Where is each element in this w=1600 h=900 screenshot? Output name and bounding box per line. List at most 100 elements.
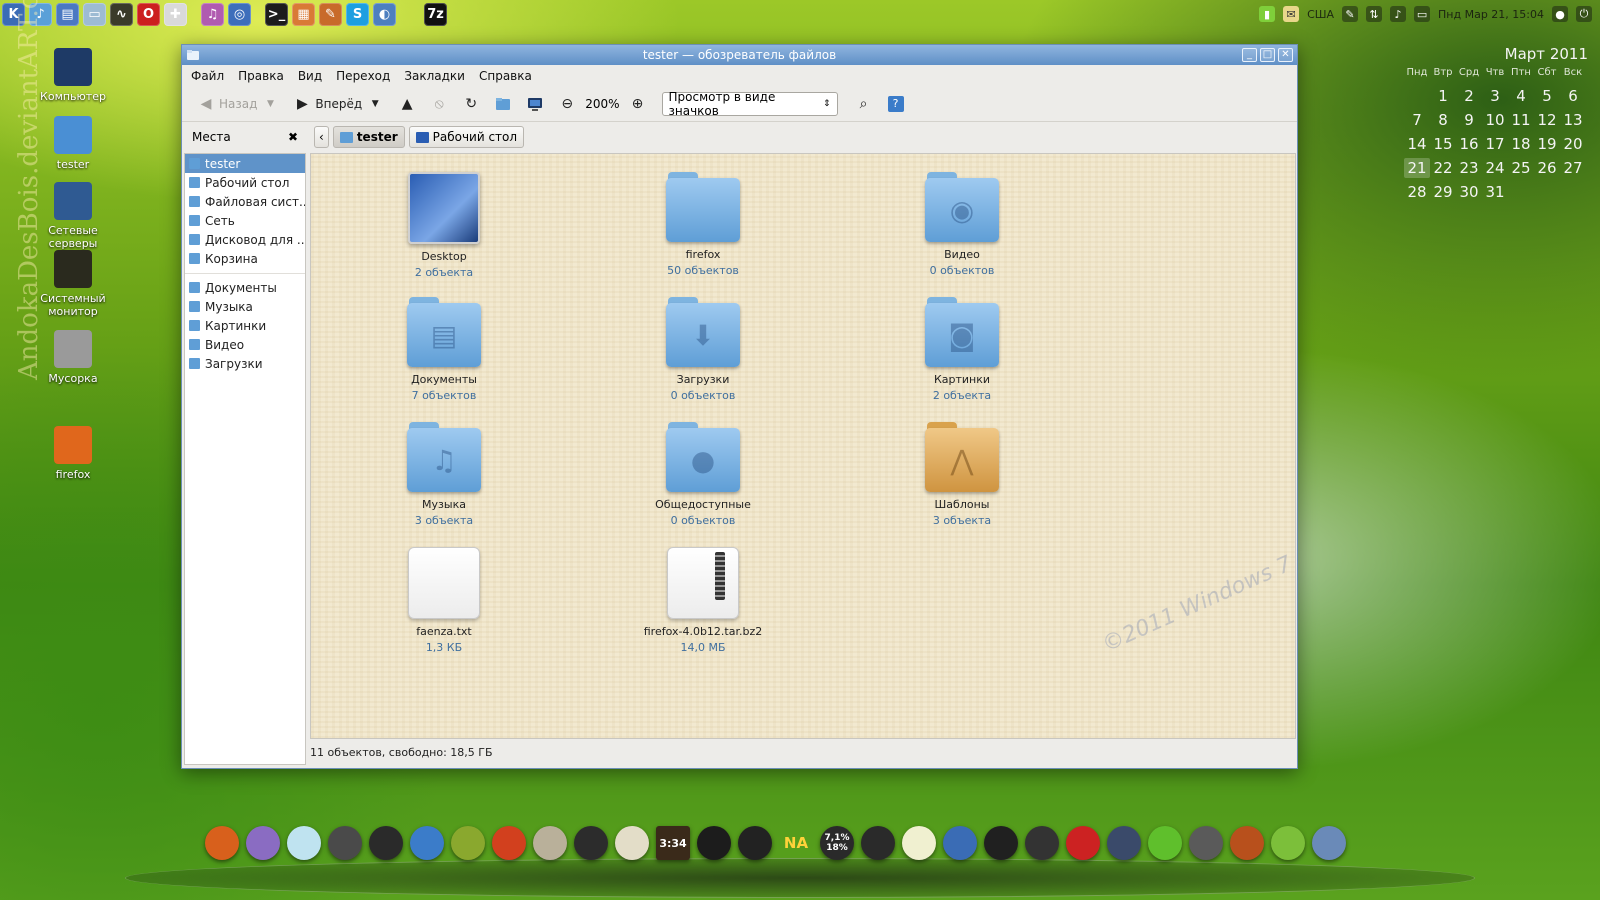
home-button[interactable] <box>489 91 517 117</box>
calendar-day[interactable]: 28 <box>1404 182 1430 202</box>
sidebar-item[interactable]: Файловая сист... <box>185 192 305 211</box>
zoom-in-button[interactable]: ⊕ <box>624 91 652 117</box>
skype-dock-icon[interactable] <box>1148 826 1182 860</box>
notes-icon[interactable]: ✉ <box>1283 6 1300 22</box>
tools-icon[interactable]: ✎ <box>319 2 342 26</box>
file-item[interactable]: ⋀ Шаблоны 3 объекта <box>887 422 1037 527</box>
file-item[interactable]: ● Общедоступные 0 объектов <box>628 422 778 527</box>
volume-icon[interactable]: ♪ <box>1390 6 1407 22</box>
bird-dock-icon[interactable] <box>369 826 403 860</box>
na-dock-icon[interactable]: NA <box>779 826 813 860</box>
power-icon[interactable]: ⏻ <box>1576 6 1592 22</box>
sidebar-item[interactable]: Дисковод для ... <box>185 230 305 249</box>
calendar-day[interactable]: 4 <box>1508 86 1534 106</box>
sidebar-item[interactable]: tester <box>185 154 305 173</box>
desktop-system-monitor[interactable]: Системный монитор <box>28 250 118 318</box>
window-titlebar[interactable]: tester — обозреватель файлов _ □ ✕ <box>182 45 1297 65</box>
help-dock-icon[interactable] <box>410 826 444 860</box>
sidebar-item[interactable]: Документы <box>185 278 305 297</box>
archiver-7z-icon[interactable]: 7z <box>424 2 447 26</box>
weather-dock-icon[interactable] <box>902 826 936 860</box>
swirl-dock-icon[interactable] <box>738 826 772 860</box>
itunes-icon[interactable]: ♫ <box>201 2 224 26</box>
breadcrumb-back-button[interactable]: ‹ <box>314 126 329 148</box>
time-dock-icon[interactable]: 3:34 <box>656 826 690 860</box>
breadcrumb-tester[interactable]: tester <box>332 126 405 148</box>
sidebar-item[interactable]: Картинки <box>185 316 305 335</box>
disk-dock-icon[interactable] <box>574 826 608 860</box>
ubuntu-dock-icon[interactable] <box>492 826 526 860</box>
pen-dock-icon[interactable] <box>1066 826 1100 860</box>
calendar-day[interactable]: 29 <box>1430 182 1456 202</box>
file-item[interactable]: ♫ Музыка 3 объекта <box>369 422 519 527</box>
keyboard-layout[interactable]: США <box>1307 8 1334 21</box>
places-selector[interactable]: Места ✖ <box>182 130 310 144</box>
globe-dock-icon[interactable] <box>1107 826 1141 860</box>
sidebar-item[interactable]: Сеть <box>185 211 305 230</box>
screen-icon[interactable]: ▭ <box>1414 6 1431 22</box>
calendar-day[interactable]: 16 <box>1456 134 1482 154</box>
forward-button[interactable]: ▶ Вперёд ▼ <box>288 91 389 117</box>
close-sidebar-icon[interactable]: ✖ <box>288 130 298 144</box>
computer-button[interactable] <box>521 91 549 117</box>
calendar-day[interactable]: 2 <box>1456 86 1482 106</box>
notes-dock-icon[interactable] <box>615 826 649 860</box>
file-item[interactable]: ◙ Картинки 2 объекта <box>887 297 1037 402</box>
clock[interactable]: Пнд Мар 21, 15:04 <box>1438 8 1544 21</box>
file-item[interactable]: firefox-4.0b12.tar.bz2 14,0 МБ <box>628 547 778 654</box>
calendar-day[interactable]: 30 <box>1456 182 1482 202</box>
sidebar-item[interactable]: Музыка <box>185 297 305 316</box>
firefox2-dock-icon[interactable] <box>1230 826 1264 860</box>
menu-file[interactable]: Файл <box>191 69 224 83</box>
browser-icon[interactable]: ◐ <box>373 2 396 26</box>
calendar-day[interactable]: 17 <box>1482 134 1508 154</box>
desktop-network-servers[interactable]: Сетевые серверы <box>28 182 118 250</box>
file-item[interactable]: ⬇ Загрузки 0 объектов <box>628 297 778 402</box>
calendar-day[interactable]: 5 <box>1534 86 1560 106</box>
power-dock-icon[interactable] <box>697 826 731 860</box>
files-icon[interactable]: ▭ <box>83 2 106 26</box>
help-button[interactable]: ? <box>882 91 910 117</box>
battery-icon[interactable]: ▮ <box>1259 6 1276 22</box>
calendar-day[interactable]: 24 <box>1482 158 1508 178</box>
file-item[interactable]: Desktop 2 объекта <box>369 172 519 279</box>
calendar-day[interactable]: 12 <box>1534 110 1560 130</box>
calendar-day[interactable]: 23 <box>1456 158 1482 178</box>
minimize-button[interactable]: _ <box>1242 48 1257 62</box>
calendar-day[interactable]: 13 <box>1560 110 1586 130</box>
package-icon[interactable]: ✚ <box>164 2 187 26</box>
search-button[interactable]: ⌕ <box>850 91 878 117</box>
opera-icon[interactable]: O <box>137 2 160 26</box>
desktop-tester[interactable]: tester <box>28 116 118 171</box>
breadcrumb-desktop[interactable]: Рабочий стол <box>408 126 525 148</box>
pen-icon[interactable]: ✎ <box>1342 6 1359 22</box>
calendar-day[interactable]: 7 <box>1404 110 1430 130</box>
desktop-computer[interactable]: Компьютер <box>28 48 118 103</box>
skype-icon[interactable]: S <box>346 2 369 26</box>
sidebar-item[interactable]: Видео <box>185 335 305 354</box>
maximize-button[interactable]: □ <box>1260 48 1275 62</box>
calendar-day[interactable]: 10 <box>1482 110 1508 130</box>
calendar-day[interactable]: 14 <box>1404 134 1430 154</box>
desktop-firefox[interactable]: firefox <box>28 426 118 481</box>
network-tray-icon[interactable]: ⇅ <box>1366 6 1383 22</box>
files-dock-icon[interactable] <box>533 826 567 860</box>
up-button[interactable]: ▲ <box>393 91 421 117</box>
calendar-day[interactable]: 3 <box>1482 86 1508 106</box>
sidebar-item[interactable]: Корзина <box>185 249 305 268</box>
file-item[interactable]: firefox 50 объектов <box>628 172 778 277</box>
terminal-icon[interactable]: >_ <box>265 2 288 26</box>
system-monitor-icon[interactable]: ∿ <box>110 2 133 26</box>
calendar-day[interactable]: 19 <box>1534 134 1560 154</box>
chat-icon[interactable]: ● <box>1552 6 1568 22</box>
file-view[interactable]: ©2011 Windows 7 World's Desktop 2 объект… <box>310 153 1296 739</box>
menu-bookmarks[interactable]: Закладки <box>404 69 465 83</box>
music-dock-icon[interactable] <box>287 826 321 860</box>
file-item[interactable]: faenza.txt 1,3 КБ <box>369 547 519 654</box>
calendar-day[interactable]: 18 <box>1508 134 1534 154</box>
close-window-button[interactable]: ✕ <box>1278 48 1293 62</box>
office-icon[interactable]: ▤ <box>56 2 79 26</box>
sidebar-item[interactable]: Загрузки <box>185 354 305 373</box>
view-mode-select[interactable]: Просмотр в виде значков ⇕ <box>661 90 838 118</box>
menu-edit[interactable]: Правка <box>238 69 284 83</box>
